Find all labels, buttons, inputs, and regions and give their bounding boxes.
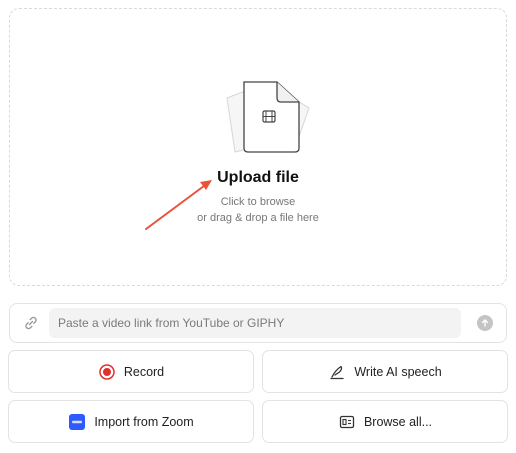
upload-instructions-drag: or drag & drop a file here — [197, 212, 319, 224]
browse-all-label: Browse all... — [363, 414, 433, 429]
write-ai-speech-label: Write AI speech — [354, 364, 442, 379]
zoom-icon — [68, 413, 86, 431]
video-link-input[interactable] — [49, 308, 461, 338]
record-label: Record — [123, 364, 165, 379]
link-icon — [25, 316, 37, 330]
video-link-bar — [9, 303, 507, 343]
upload-instructions: Click to browse — [220, 196, 296, 208]
arrow-up-icon — [481, 319, 489, 327]
record-icon — [98, 363, 116, 381]
pen-icon — [328, 363, 346, 381]
record-button[interactable]: Record — [8, 350, 254, 393]
submit-link-button[interactable] — [477, 315, 493, 331]
import-from-zoom-label: Import from Zoom — [94, 414, 194, 429]
annotation-arrow-icon — [145, 180, 212, 230]
browse-all-button[interactable]: Browse all... — [262, 400, 508, 443]
write-ai-speech-button[interactable]: Write AI speech — [262, 350, 508, 393]
upload-dropzone[interactable]: Upload file Click to browse or drag & dr… — [9, 8, 507, 286]
browse-icon — [338, 413, 356, 431]
upload-title: Upload file — [217, 169, 299, 186]
video-file-icon — [226, 81, 310, 153]
import-from-zoom-button[interactable]: Import from Zoom — [8, 400, 254, 443]
